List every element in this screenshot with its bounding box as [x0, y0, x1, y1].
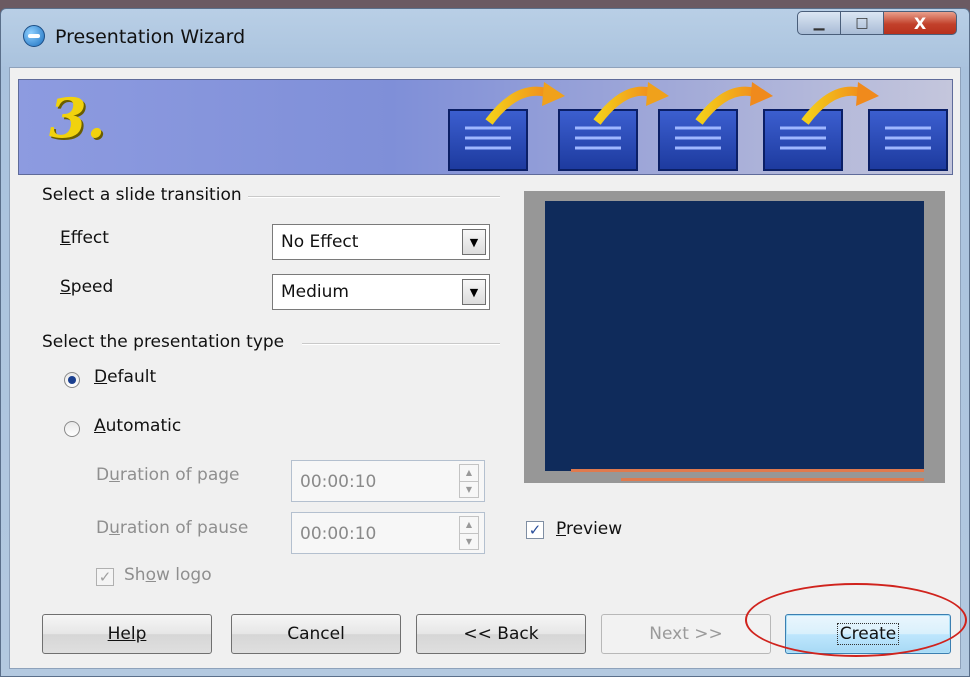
show-logo-label: Show logo [124, 565, 212, 585]
duration-pause-spin-buttons[interactable]: ▲ ▼ [459, 516, 479, 550]
type-group-divider [302, 343, 500, 345]
title-bar[interactable]: Presentation Wizard ▁ □ X [1, 9, 969, 67]
duration-page-label: Duration of page [96, 465, 240, 485]
create-button-label: Create [836, 623, 900, 645]
effect-label-rest: ffect [70, 228, 109, 248]
help-button-label: Help [107, 624, 147, 644]
chevron-down-icon[interactable]: ▼ [462, 279, 486, 305]
spin-down-icon[interactable]: ▼ [460, 482, 478, 498]
app-icon [23, 25, 45, 47]
default-radio-label[interactable]: Default [94, 367, 156, 387]
chevron-down-icon[interactable]: ▼ [462, 229, 486, 255]
back-button-label: << Back [463, 624, 539, 644]
preview-checkbox[interactable]: ✓ [526, 521, 544, 539]
spin-up-icon[interactable]: ▲ [460, 517, 478, 534]
minimize-button[interactable]: ▁ [797, 11, 841, 35]
step-progress-graphic [448, 82, 948, 171]
default-radio[interactable] [64, 372, 80, 388]
speed-value: Medium [281, 282, 349, 302]
speed-label-rest: peed [70, 277, 114, 297]
page-icon [868, 109, 948, 171]
wizard-banner: 3. [18, 79, 953, 175]
type-group-label: Select the presentation type [42, 332, 291, 352]
window-title: Presentation Wizard [55, 26, 246, 48]
show-logo-checkbox[interactable]: ✓ [96, 568, 114, 586]
effect-value: No Effect [281, 232, 359, 252]
preview-label-rest: review [565, 519, 623, 539]
automatic-label-rest: utomatic [105, 416, 182, 436]
create-button[interactable]: Create [785, 614, 951, 654]
presentation-wizard-window: Presentation Wizard ▁ □ X 3. Select a sl… [0, 8, 970, 677]
slide-preview [545, 201, 924, 481]
cancel-button[interactable]: Cancel [231, 614, 401, 654]
duration-pause-value: 00:00:10 [300, 524, 377, 544]
speed-select[interactable]: Medium ▼ [272, 274, 490, 310]
duration-page-spin-buttons[interactable]: ▲ ▼ [459, 464, 479, 498]
window-controls: ▁ □ X [797, 11, 957, 35]
slide-line [571, 469, 924, 472]
dialog-body: 3. Select a slide transition Effect No E… [9, 67, 961, 669]
effect-label: Effect [60, 228, 109, 248]
default-label-rest: efault [107, 367, 157, 387]
duration-page-value: 00:00:10 [300, 472, 377, 492]
duration-pause-label: Duration of pause [96, 518, 249, 538]
help-button[interactable]: Help [42, 614, 212, 654]
slide-line [621, 478, 924, 481]
back-button[interactable]: << Back [416, 614, 586, 654]
duration-page-stepper[interactable]: 00:00:10 ▲ ▼ [291, 460, 485, 502]
next-button-label: Next >> [649, 624, 723, 644]
next-button[interactable]: Next >> [601, 614, 771, 654]
speed-label: Speed [60, 277, 114, 297]
automatic-radio-label[interactable]: Automatic [94, 416, 181, 436]
transition-group-label: Select a slide transition [42, 185, 248, 205]
preview-frame [524, 191, 945, 483]
close-button[interactable]: X [883, 11, 957, 35]
preview-label[interactable]: Preview [556, 519, 622, 539]
spin-up-icon[interactable]: ▲ [460, 465, 478, 482]
duration-pause-stepper[interactable]: 00:00:10 ▲ ▼ [291, 512, 485, 554]
automatic-radio[interactable] [64, 421, 80, 437]
spin-down-icon[interactable]: ▼ [460, 534, 478, 550]
effect-select[interactable]: No Effect ▼ [272, 224, 490, 260]
maximize-button[interactable]: □ [840, 11, 884, 35]
cancel-button-label: Cancel [287, 624, 345, 644]
